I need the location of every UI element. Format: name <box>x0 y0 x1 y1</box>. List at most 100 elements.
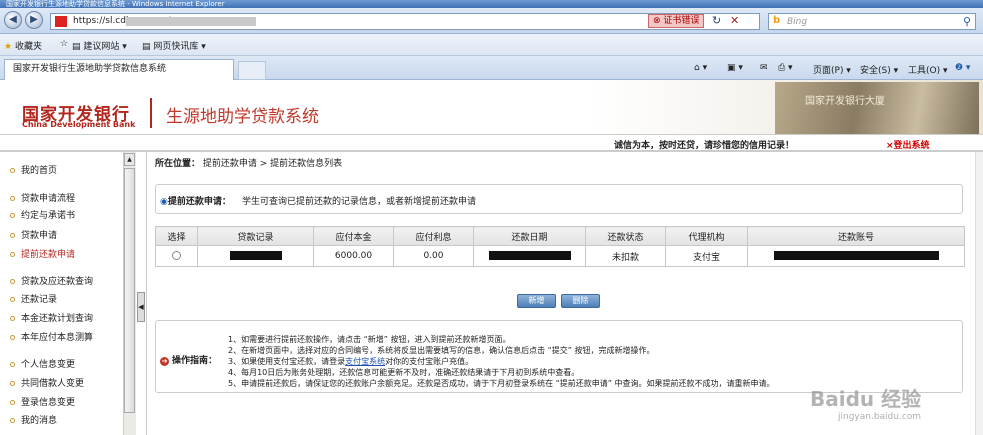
sidebar-item[interactable]: 登录信息变更 <box>10 395 75 408</box>
sidebar-item-label: 我的首页 <box>21 166 58 176</box>
menu-safety[interactable]: 安全(S) ▾ <box>860 63 898 76</box>
bullet-icon <box>10 381 15 386</box>
table-row: 6000.00 0.00 未扣款 支付宝 <box>155 245 965 267</box>
sidebar-item[interactable]: 我的首页 <box>10 163 57 176</box>
col-principal: 应付本金 <box>313 226 394 246</box>
arrow-icon: ➜ <box>160 357 169 366</box>
col-loan-record: 贷款记录 <box>197 226 314 246</box>
stop-icon[interactable]: ✕ <box>730 14 739 27</box>
sidebar-item[interactable]: 提前还款申请 <box>10 247 75 260</box>
home-icon[interactable]: ⌂ ▾ <box>694 63 707 73</box>
mail-icon[interactable]: ✉ <box>760 63 768 73</box>
sidebar-item-label: 还款记录 <box>21 295 58 305</box>
repayment-table: 选择 贷款记录 应付本金 应付利息 还款日期 还款状态 代理机构 还款账号 60… <box>155 226 965 267</box>
sidebar-item-label: 本年应付本息测算 <box>21 333 94 343</box>
redacted-loan-record <box>229 251 282 260</box>
forward-button[interactable]: ▶ <box>25 11 43 29</box>
site-icon <box>55 16 67 27</box>
fav-item-webslice[interactable]: ▤ 网页快讯库 ▾ <box>142 39 206 52</box>
bullet-icon <box>10 335 15 340</box>
principal-cell: 6000.00 <box>313 245 394 267</box>
bullet-icon <box>10 213 15 218</box>
row-select-cell <box>155 245 198 267</box>
refresh-icon[interactable]: ↻ <box>712 14 721 27</box>
bullet-icon <box>10 400 15 405</box>
redacted-date <box>488 251 571 260</box>
guide-line-1: 1、如需要进行提前还款操作，请点击 “新增” 按钮，进入到提前还款新增页面。 <box>228 335 511 344</box>
sidebar-item[interactable]: 贷款及应还款查询 <box>10 274 93 287</box>
menu-tools[interactable]: 工具(O) ▾ <box>908 63 948 76</box>
scroll-thumb[interactable] <box>124 168 135 413</box>
bullet-icon <box>10 196 15 201</box>
new-tab-button[interactable] <box>238 61 266 80</box>
bullet-icon <box>10 252 15 257</box>
account-cell <box>747 245 965 267</box>
search-icon[interactable]: ⚲ <box>963 15 971 28</box>
loan-record-cell <box>197 245 314 267</box>
col-status: 还款状态 <box>585 226 666 246</box>
col-repay-date: 还款日期 <box>473 226 586 246</box>
search-box[interactable]: b Bing ⚲ <box>768 13 976 30</box>
sidebar-item[interactable]: 贷款申请流程 <box>10 191 75 204</box>
add-button[interactable]: 新增 <box>517 294 556 308</box>
logout-link[interactable]: ×登出系统 <box>886 138 930 151</box>
menu-page[interactable]: 页面(P) ▾ <box>813 63 851 76</box>
bullet-icon <box>10 168 15 173</box>
tab-current[interactable]: 国家开发银行生源地助学贷款信息系统 <box>4 59 234 80</box>
tab-row: 国家开发银行生源地助学贷款信息系统 ⌂ ▾ ▣ ▾ ✉ ⎙ ▾ 页面(P) ▾ … <box>0 56 983 80</box>
alipay-link[interactable]: 支付宝系统 <box>345 357 385 366</box>
sidebar-item-label: 登录信息变更 <box>21 398 76 408</box>
favorites-bar: ★ 收藏夹 ☆ ▤ 建议网站 ▾ ▤ 网页快讯库 ▾ <box>0 34 983 56</box>
delete-button[interactable]: 删除 <box>561 294 600 308</box>
sidebar-item-label: 个人信息变更 <box>21 360 76 370</box>
watermark-url: jingyan.baidu.com <box>838 412 922 422</box>
sidebar-item[interactable]: 本年应付本息测算 <box>10 330 93 343</box>
add-favorite-icon[interactable]: ☆ <box>60 39 68 49</box>
bullet-icon <box>10 279 15 284</box>
header-divider <box>150 98 152 128</box>
sidebar-item[interactable]: 贷款申请 <box>10 228 57 241</box>
bank-logo-en: China Development Bank <box>22 120 136 129</box>
table-header-row: 选择 贷款记录 应付本金 应付利息 还款日期 还款状态 代理机构 还款账号 <box>155 226 965 246</box>
sidebar-item-label: 贷款申请流程 <box>21 194 76 204</box>
back-button[interactable]: ◀ <box>4 11 22 29</box>
search-placeholder: Bing <box>787 17 808 27</box>
print-icon[interactable]: ⎙ ▾ <box>778 63 793 73</box>
collapse-sidebar-button[interactable]: ◀ <box>137 292 145 322</box>
date-cell <box>473 245 586 267</box>
interest-cell: 0.00 <box>393 245 474 267</box>
scroll-up-icon[interactable]: ▲ <box>124 153 135 166</box>
sidebar-item-label: 贷款申请 <box>21 231 58 241</box>
col-agency: 代理机构 <box>665 226 748 246</box>
col-interest: 应付利息 <box>393 226 474 246</box>
col-select: 选择 <box>155 226 198 246</box>
row-radio[interactable] <box>172 251 181 260</box>
sidebar-item[interactable]: 我的消息 <box>10 413 57 426</box>
sidebar-item-label: 共同借款人变更 <box>21 379 85 389</box>
info-text: 学生可查询已提前还款的记录信息，或者新增提前还款申请 <box>242 197 477 207</box>
divider <box>146 152 147 435</box>
help-icon[interactable]: ❷ ▾ <box>955 63 970 73</box>
sidebar-item-label: 约定与承诺书 <box>21 211 76 221</box>
sidebar-item[interactable]: 个人信息变更 <box>10 357 75 370</box>
sidebar-item[interactable]: 还款记录 <box>10 292 57 305</box>
cert-warning-label: 证书错误 <box>663 16 700 26</box>
info-title: ◉提前还款申请： <box>160 197 231 207</box>
certificate-error-button[interactable]: ⊗ 证书错误 <box>648 14 705 28</box>
guide-line-5: 5、申请提前还款后，请保证您的还款账户余额充足。还款是否成功，请于下月初登录系统… <box>228 379 775 388</box>
bullet-icon <box>10 418 15 423</box>
sidebar-item[interactable]: 共同借款人变更 <box>10 376 84 389</box>
sidebar-item[interactable]: 约定与承诺书 <box>10 208 75 221</box>
window-title-bar: 国家开发银行生源地助学贷款信息系统 - Windows Internet Exp… <box>0 0 983 8</box>
sidebar-item[interactable]: 本金还款计划查询 <box>10 311 93 324</box>
bullet-icon <box>10 297 15 302</box>
bing-icon: b <box>773 15 781 26</box>
agency-cell: 支付宝 <box>665 245 748 267</box>
building-image: 国家开发银行大厦 <box>775 82 979 134</box>
feeds-icon[interactable]: ▣ ▾ <box>727 63 743 73</box>
sidebar-item-label: 贷款及应还款查询 <box>21 277 94 287</box>
fav-item-suggested[interactable]: ▤ 建议网站 ▾ <box>72 39 127 52</box>
favorites-button[interactable]: ★ 收藏夹 <box>4 39 42 52</box>
guide-title: ➜ 操作指南： <box>160 356 218 366</box>
page-scrollbar[interactable] <box>975 152 983 435</box>
